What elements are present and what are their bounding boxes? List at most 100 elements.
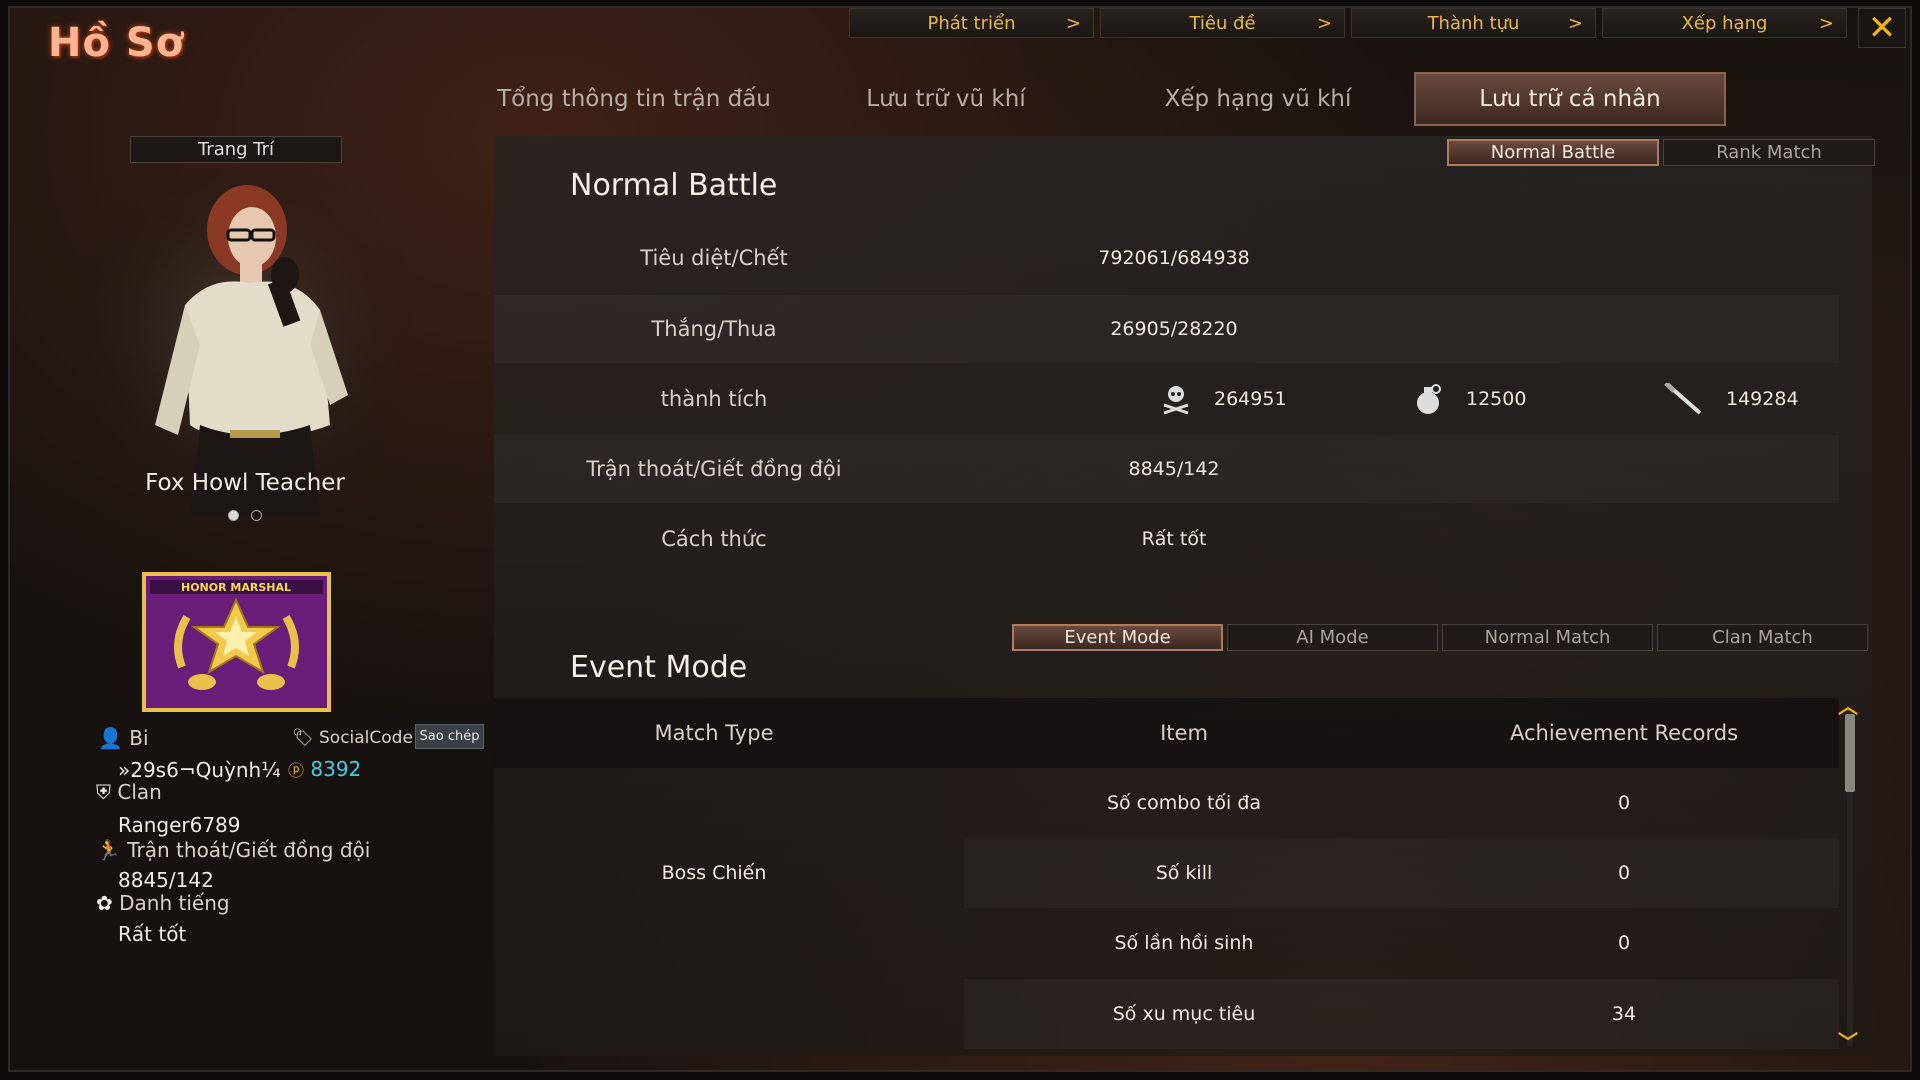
tab-normal-match[interactable]: Normal Match — [1442, 624, 1653, 651]
knife-icon — [1664, 383, 1702, 415]
stat-label: Tiêu diệt/Chết — [640, 246, 788, 270]
nav-ranking[interactable]: Xếp hạng > — [1602, 8, 1847, 38]
user-icon: 👤 — [98, 726, 123, 750]
reputation-value: Rất tốt — [118, 922, 187, 946]
achievement-value: 149284 — [1726, 388, 1799, 410]
tab-event-mode[interactable]: Event Mode — [1012, 624, 1223, 651]
record-cell: 0 — [1617, 862, 1631, 884]
item-cell: Số combo tối đa — [1106, 792, 1262, 814]
social-code-value: 8392 — [310, 757, 362, 781]
item-cell: Số lần hồi sinh — [1114, 932, 1254, 954]
table-row: Số lần hồi sinh 0 — [964, 908, 1839, 978]
player-label: Bi — [129, 726, 149, 750]
nav-development[interactable]: Phát triển > — [849, 8, 1094, 38]
running-figure-icon: 🏃 — [96, 838, 121, 862]
tag-icon: 🏷 — [292, 728, 314, 748]
top-nav: Phát triển > Tiêu đề > Thành tựu > Xếp hạng… — [849, 8, 1847, 38]
social-code-label: SocialCode — [319, 728, 413, 748]
tab-clan-match[interactable]: Clan Match — [1657, 624, 1868, 651]
stat-label: Trận thoát/Giết đồng đội — [586, 457, 842, 481]
main-tabs: Tổng thông tin trận đấu Lưu trữ vũ khí X… — [478, 72, 1726, 126]
close-button[interactable]: ✕ — [1858, 8, 1906, 48]
badge-text: HONOR MARSHAL — [181, 581, 291, 594]
nav-label: Phát triển — [927, 12, 1016, 34]
nav-label: Thành tựu — [1427, 12, 1520, 34]
character-name: Fox Howl Teacher — [145, 470, 345, 496]
achievement-knife: 149284 — [1664, 383, 1799, 415]
copy-button[interactable]: Sao chép — [415, 724, 484, 749]
normal-battle-title: Normal Battle — [570, 168, 778, 203]
stat-row-kd: Tiêu diệt/Chết 792061/684938 — [494, 224, 1839, 292]
tab-weapon-storage[interactable]: Lưu trữ vũ khí — [790, 72, 1102, 126]
social-code-row: 🏷 SocialCode — [292, 728, 413, 748]
achievement-grenade: 12500 — [1414, 383, 1526, 415]
grenade-icon — [1417, 384, 1441, 414]
record-cell: 0 — [1617, 792, 1631, 814]
item-cell: Số kill — [1155, 862, 1213, 884]
player-name: »29s6¬Quỳnh¼ — [118, 758, 281, 782]
skull-crossbones-icon — [1163, 386, 1189, 415]
chevron-right-icon: > — [1316, 12, 1332, 34]
normal-battle-mode-tabs: Normal Battle Rank Match — [1447, 139, 1875, 166]
scroll-down-icon[interactable]: ﹀ — [1838, 1026, 1858, 1055]
desert-row: 🏃 Trận thoát/Giết đồng đội — [96, 838, 370, 862]
carousel-dots — [228, 510, 262, 521]
shield-icon: ⛨ — [96, 780, 111, 804]
chevron-right-icon: > — [1065, 12, 1081, 34]
stat-row-achievements: thành tích 264951 12500 149284 — [494, 365, 1839, 433]
record-cell: 0 — [1617, 932, 1631, 954]
player-row: 👤 Bi — [98, 726, 149, 750]
stats-panel: Normal Battle Normal Battle Rank Match T… — [494, 136, 1875, 1056]
event-mode-tabs: Event Mode AI Mode Normal Match Clan Mat… — [1012, 624, 1868, 651]
flower-icon: ✿ — [96, 891, 113, 915]
column-header-match-type: Match Type — [654, 721, 774, 745]
coin-icon: ⓟ — [288, 761, 305, 780]
carousel-dot[interactable] — [228, 510, 239, 521]
table-row: Số kill 0 — [964, 838, 1839, 908]
stat-row-win-loss: Thắng/Thua 26905/28220 — [494, 295, 1839, 363]
tab-personal-storage[interactable]: Lưu trữ cá nhân — [1414, 72, 1726, 126]
event-mode-title: Event Mode — [570, 650, 748, 685]
nav-titles[interactable]: Tiêu đề > — [1100, 8, 1345, 38]
chevron-right-icon: > — [1818, 12, 1834, 34]
carousel-dot[interactable] — [251, 510, 262, 521]
achievement-value: 12500 — [1466, 388, 1527, 410]
desert-label: Trận thoát/Giết đồng đội — [127, 838, 371, 862]
rank-badge: HONOR MARSHAL — [142, 572, 331, 712]
page-title: Hồ Sơ — [48, 20, 185, 66]
stat-row-desert: Trận thoát/Giết đồng đội 8845/142 — [494, 435, 1839, 503]
tab-rank-match[interactable]: Rank Match — [1663, 139, 1875, 166]
stat-row-manner: Cách thức Rất tốt — [494, 505, 1839, 573]
stat-value: 8845/142 — [1128, 458, 1220, 480]
scrollbar-thumb[interactable] — [1845, 714, 1855, 792]
stat-value: 792061/684938 — [1098, 247, 1250, 269]
nav-label: Xếp hạng — [1681, 12, 1768, 34]
decoration-button[interactable]: Trang Trí — [130, 136, 342, 163]
record-cell: 34 — [1611, 1003, 1637, 1025]
clan-label: Clan — [117, 780, 162, 804]
scroll-up-icon[interactable]: ︿ — [1838, 690, 1858, 719]
table-header: Match Type Item Achievement Records — [494, 698, 1839, 768]
stat-label: Thắng/Thua — [651, 317, 777, 341]
tab-match-summary[interactable]: Tổng thông tin trận đấu — [478, 72, 790, 126]
chevron-right-icon: > — [1567, 12, 1583, 34]
stat-label: thành tích — [660, 387, 768, 411]
achievement-value: 264951 — [1214, 388, 1287, 410]
stat-value: 26905/28220 — [1110, 318, 1238, 340]
social-code: ⓟ 8392 — [288, 757, 361, 781]
item-cell: Số xu mục tiêu — [1112, 1003, 1256, 1025]
reputation-row: ✿ Danh tiếng — [96, 891, 230, 915]
tab-weapon-ranking[interactable]: Xếp hạng vũ khí — [1102, 72, 1414, 126]
achievement-headshot: 264951 — [1160, 383, 1287, 415]
column-header-item: Item — [1160, 721, 1208, 745]
stat-label: Cách thức — [661, 527, 767, 551]
column-header-records: Achievement Records — [1509, 721, 1739, 745]
desert-value: 8845/142 — [118, 868, 214, 892]
nav-achievements[interactable]: Thành tựu > — [1351, 8, 1596, 38]
table-row: Số combo tối đa 0 — [964, 768, 1839, 838]
tab-normal-battle[interactable]: Normal Battle — [1447, 139, 1659, 166]
table-row: Số xu mục tiêu 34 — [964, 979, 1839, 1049]
reputation-label: Danh tiếng — [119, 891, 230, 915]
tab-ai-mode[interactable]: AI Mode — [1227, 624, 1438, 651]
clan-row: ⛨ Clan — [96, 780, 162, 804]
